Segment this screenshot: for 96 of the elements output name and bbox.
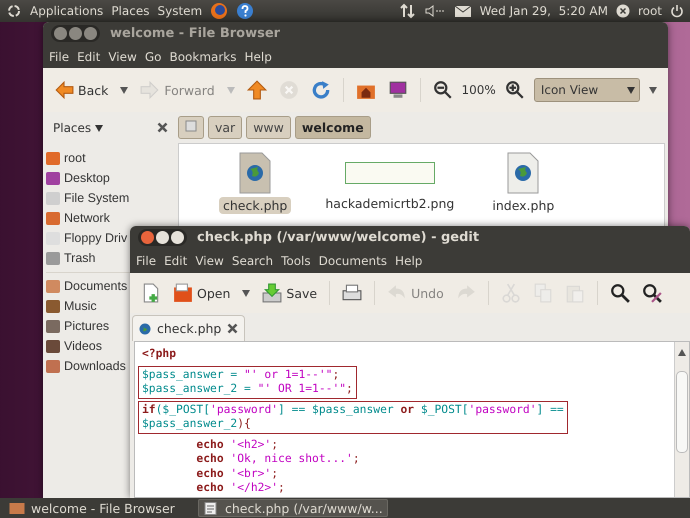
file-name[interactable]: hackademicrtb2.png	[321, 195, 458, 212]
up-caret-icon	[678, 349, 686, 356]
path-button[interactable]: www	[246, 116, 291, 139]
path-button[interactable]: var	[208, 116, 242, 139]
sidebar-item[interactable]: Videos	[46, 337, 102, 355]
left-arrow-icon	[54, 80, 74, 100]
zoom-in-icon	[504, 80, 525, 100]
folder-icon	[173, 283, 193, 303]
window-title: welcome - File Browser	[110, 26, 280, 41]
panel-menu[interactable]: System	[157, 4, 202, 18]
menu-item[interactable]: File	[49, 50, 70, 64]
globe-icon[interactable]	[210, 2, 228, 20]
globe-icon	[139, 322, 151, 334]
panel-menu[interactable]: Places	[111, 4, 150, 18]
user-name[interactable]: root	[638, 4, 662, 18]
sidebar-item[interactable]: Trash	[46, 249, 96, 267]
reload-icon	[310, 80, 331, 100]
search-icon	[610, 283, 630, 303]
taskbar-button[interactable]: check.php (/var/www/w...	[198, 499, 388, 517]
caret-icon	[226, 86, 235, 94]
code-line: <?php	[142, 347, 176, 362]
code-line: echo '<br>';	[195, 466, 280, 481]
path-button[interactable]: welcome	[294, 116, 371, 139]
sidebar-item[interactable]: Floppy Driv	[46, 229, 128, 247]
monitor-icon	[388, 80, 408, 100]
menu-item[interactable]: Edit	[164, 254, 188, 268]
code-line: $pass_answer = "' or 1=1--'";	[142, 368, 340, 382]
menu-item[interactable]: Help	[395, 254, 422, 268]
sidebar-item[interactable]: Downloads	[46, 357, 126, 375]
notepad-icon	[203, 502, 219, 514]
menu-item[interactable]: Go	[144, 50, 162, 64]
window-title: check.php (/var/www/welcome) - gedit	[197, 230, 480, 245]
logo-icon[interactable]	[6, 3, 22, 19]
menu-item[interactable]: Help	[244, 50, 272, 64]
sidebar-item[interactable]: Pictures	[46, 317, 110, 335]
power-icon[interactable]	[670, 4, 684, 18]
speaker-icon[interactable]	[424, 4, 446, 18]
code-line: echo 'Ok, nice shot...';	[195, 452, 360, 466]
stop-icon	[278, 80, 299, 100]
document-tab[interactable]: check.php	[132, 315, 246, 341]
code-line: $pass_answer_2 = "' OR 1=1--'";	[142, 382, 353, 396]
sidebar-item[interactable]: Documents	[46, 277, 128, 295]
right-arrow-icon	[140, 80, 160, 100]
save-icon	[262, 283, 282, 303]
file-icon[interactable]	[238, 152, 272, 194]
drive-button[interactable]	[178, 116, 204, 139]
save-button[interactable]: Save	[259, 281, 320, 305]
panel-menu[interactable]: Applications	[30, 4, 104, 18]
menu-item[interactable]: Documents	[318, 254, 388, 268]
help-icon[interactable]	[236, 2, 254, 20]
menu-item[interactable]: Edit	[77, 50, 100, 64]
menu-item[interactable]: View	[108, 50, 137, 64]
sidebar-item[interactable]: Network	[46, 209, 110, 227]
menu-item[interactable]: File	[136, 254, 156, 268]
sidebar-item[interactable]: File System	[46, 189, 130, 207]
window-controls[interactable]	[138, 229, 187, 246]
file-name[interactable]: index.php	[488, 197, 558, 214]
caret-icon	[94, 124, 103, 132]
code-line: if($_POST['password'] == $pass_answer or $_POST['password'] ==	[142, 402, 564, 417]
code-line: echo '</h2>';	[195, 481, 286, 496]
up-arrow-icon	[246, 80, 267, 100]
drive-icon	[185, 120, 197, 132]
sidebar-item[interactable]: root	[46, 149, 86, 167]
sidebar-item[interactable]: Music	[46, 297, 97, 315]
file-icon[interactable]	[506, 152, 540, 194]
close-icon[interactable]	[157, 122, 168, 133]
menu-item[interactable]: View	[195, 254, 224, 268]
code-line: echo '<h2>';	[195, 438, 280, 452]
mail-icon[interactable]	[454, 4, 472, 18]
sidebar-item[interactable]: Desktop	[46, 169, 110, 187]
sidebar-title[interactable]: Places	[53, 120, 103, 134]
new-document-icon	[141, 283, 161, 303]
printer-icon	[342, 283, 362, 303]
zoom-out-icon	[432, 80, 453, 100]
image-thumbnail[interactable]	[344, 162, 435, 184]
menu-item[interactable]: Bookmarks	[169, 50, 237, 64]
menu-item[interactable]: Search	[232, 254, 274, 268]
file-name[interactable]: check.php	[219, 197, 292, 214]
menu-item[interactable]: Tools	[281, 254, 311, 268]
back-button[interactable]: Back	[51, 78, 112, 102]
caret-icon	[648, 86, 657, 94]
open-button[interactable]: Open	[170, 281, 234, 305]
zoom-level: 100%	[462, 83, 496, 97]
scrollbar[interactable]	[674, 342, 689, 497]
caret-icon	[120, 86, 128, 94]
close-icon[interactable]	[227, 323, 238, 334]
clock[interactable]: Wed Jan 29, 5:20 AM	[480, 4, 608, 18]
network-icon[interactable]	[400, 3, 416, 19]
taskbar-button[interactable]: welcome - File Browser	[4, 499, 194, 517]
folder-icon	[9, 502, 25, 514]
view-dropdown[interactable]: Icon View	[534, 78, 640, 102]
user-icon[interactable]	[616, 4, 630, 18]
code-line: $pass_answer_2){	[142, 417, 252, 432]
caret-icon	[626, 86, 635, 94]
caret-icon	[242, 290, 250, 296]
search-replace-icon	[642, 283, 662, 303]
